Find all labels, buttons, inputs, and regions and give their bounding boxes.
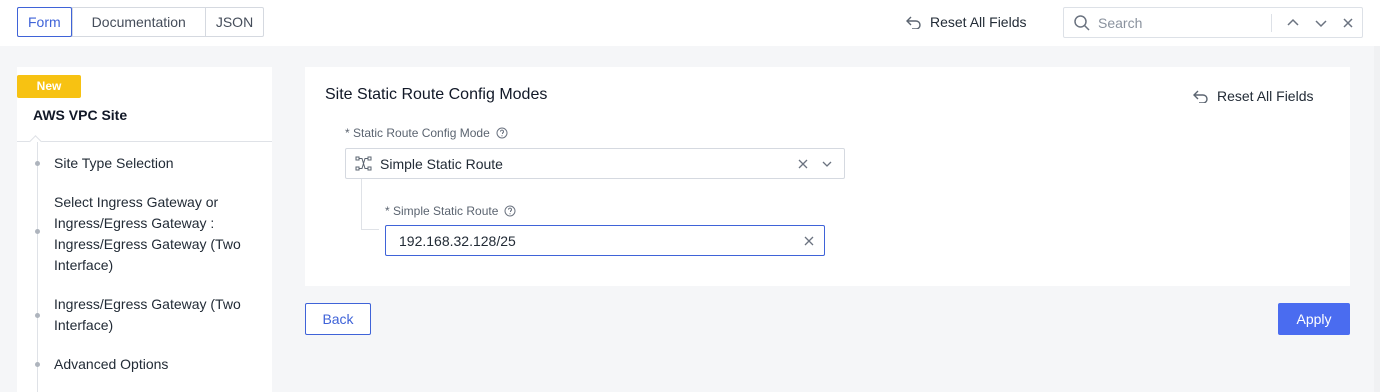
step-dot bbox=[35, 161, 40, 166]
sidebar-divider bbox=[17, 141, 272, 142]
search-box bbox=[1063, 7, 1363, 38]
section-reset-all-fields-button[interactable]: Reset All Fields bbox=[1192, 86, 1313, 106]
undo-icon bbox=[1193, 90, 1208, 103]
tab-json[interactable]: JSON bbox=[204, 8, 263, 36]
sidebar-progress-line bbox=[37, 142, 38, 392]
tree-connector-branch bbox=[361, 229, 379, 230]
chevron-up-icon[interactable] bbox=[1285, 15, 1301, 31]
sidebar-title: AWS VPC Site bbox=[33, 107, 128, 123]
tab-documentation[interactable]: Documentation bbox=[71, 8, 205, 36]
clear-icon[interactable] bbox=[803, 235, 815, 247]
sidebar-item-advanced-options[interactable]: Advanced Options bbox=[54, 354, 264, 375]
reset-all-fields-label: Reset All Fields bbox=[930, 14, 1027, 30]
static-route-config-mode-label: * Static Route Config Mode bbox=[345, 126, 508, 140]
sidebar-item-select-ingress-gateway[interactable]: Select Ingress Gateway or Ingress/Egress… bbox=[54, 192, 264, 276]
step-dot bbox=[35, 362, 40, 367]
step-dot bbox=[35, 229, 40, 234]
section-reset-label: Reset All Fields bbox=[1217, 88, 1314, 104]
help-icon[interactable] bbox=[496, 127, 508, 139]
static-route-config-mode-label-text: * Static Route Config Mode bbox=[345, 126, 490, 140]
section-title: Site Static Route Config Modes bbox=[325, 86, 548, 103]
sidebar-item-site-type-selection[interactable]: Site Type Selection bbox=[54, 153, 264, 174]
static-route-config-mode-value: Simple Static Route bbox=[380, 156, 503, 172]
reset-all-fields-button[interactable]: Reset All Fields bbox=[905, 12, 1026, 32]
clear-icon[interactable] bbox=[797, 158, 809, 170]
search-icon bbox=[1074, 15, 1090, 31]
chevron-down-icon[interactable] bbox=[1313, 15, 1329, 31]
page-scrollbar[interactable] bbox=[1374, 46, 1380, 392]
tree-connector bbox=[361, 179, 362, 229]
view-tabs: Form Documentation JSON bbox=[17, 7, 265, 37]
simple-static-route-label: * Simple Static Route bbox=[385, 204, 516, 218]
top-bar: Form Documentation JSON Reset All Fields bbox=[0, 0, 1380, 46]
simple-static-route-label-text: * Simple Static Route bbox=[385, 204, 499, 218]
sidebar-notch bbox=[29, 135, 42, 148]
route-icon bbox=[355, 156, 372, 171]
simple-static-route-input[interactable] bbox=[397, 230, 787, 252]
new-badge: New bbox=[17, 75, 81, 98]
chevron-down-icon[interactable] bbox=[821, 158, 833, 170]
simple-static-route-field bbox=[385, 225, 825, 256]
search-input[interactable] bbox=[1096, 12, 1266, 34]
back-button[interactable]: Back bbox=[305, 303, 371, 335]
sidebar-item-ingress-egress-gateway[interactable]: Ingress/Egress Gateway (Two Interface) bbox=[54, 294, 264, 336]
static-route-config-mode-select[interactable]: Simple Static Route bbox=[345, 148, 845, 179]
help-icon[interactable] bbox=[504, 205, 516, 217]
step-dot bbox=[35, 313, 40, 318]
search-divider bbox=[1271, 14, 1272, 32]
sidebar: New AWS VPC Site Site Type Selection Sel… bbox=[17, 67, 272, 392]
close-icon[interactable] bbox=[1340, 15, 1356, 31]
undo-icon bbox=[906, 16, 921, 29]
apply-button[interactable]: Apply bbox=[1278, 303, 1350, 335]
form-section-card: Site Static Route Config Modes Reset All… bbox=[305, 67, 1350, 286]
tab-form[interactable]: Form bbox=[17, 7, 72, 37]
